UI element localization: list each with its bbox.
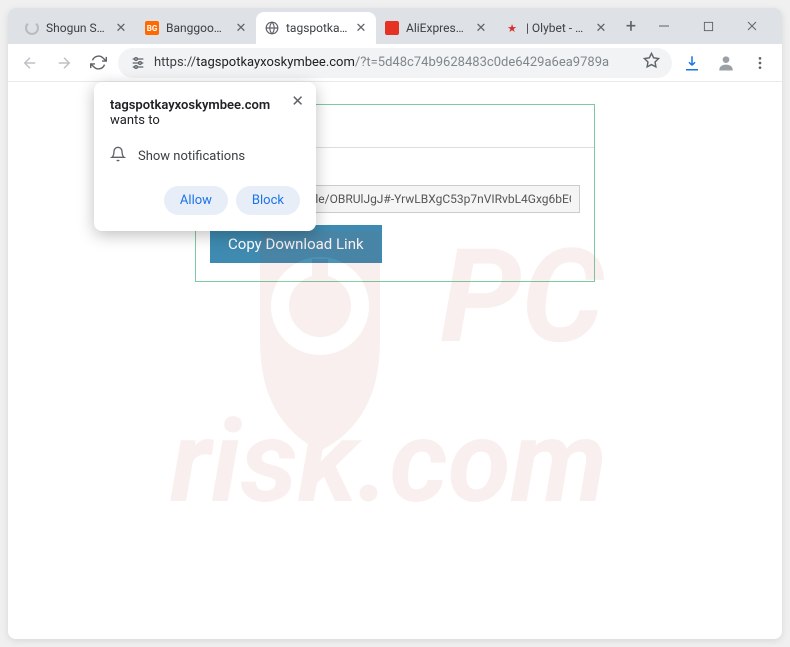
site-settings-icon[interactable]: [130, 55, 146, 71]
close-icon[interactable]: ✕: [291, 92, 304, 110]
close-icon[interactable]: ✕: [354, 21, 368, 35]
address-bar[interactable]: https://tagspotkayxoskymbee.com/?t=5d48c…: [118, 48, 672, 78]
tab-label: Banggood Русски: [166, 21, 228, 35]
tab-label: | Olybet - Lažybos: [526, 21, 588, 35]
reload-button[interactable]: [84, 49, 112, 77]
close-icon[interactable]: ✕: [474, 21, 488, 35]
close-icon[interactable]: ✕: [234, 21, 248, 35]
new-tab-button[interactable]: +: [620, 12, 642, 40]
close-window-button[interactable]: [730, 10, 774, 42]
tab-tagspotkay[interactable]: tagspotkayxoskym ✕: [256, 12, 376, 44]
spinner-icon: [24, 20, 40, 36]
tab-shogun[interactable]: Shogun S01E01.mj ✕: [16, 12, 136, 44]
minimize-button[interactable]: [642, 10, 686, 42]
maximize-button[interactable]: [686, 10, 730, 42]
url-text: https://tagspotkayxoskymbee.com/?t=5d48c…: [154, 55, 609, 70]
menu-icon[interactable]: [746, 49, 774, 77]
back-button[interactable]: [16, 49, 44, 77]
forward-button[interactable]: [50, 49, 78, 77]
toolbar: https://tagspotkayxoskymbee.com/?t=5d48c…: [8, 44, 782, 82]
tab-olybet[interactable]: ★ | Olybet - Lažybos ✕: [496, 12, 616, 44]
tab-bar: Shogun S01E01.mj ✕ BG Banggood Русски ✕ …: [8, 8, 782, 44]
tab-banggood[interactable]: BG Banggood Русски ✕: [136, 12, 256, 44]
permission-wants: wants to: [110, 113, 300, 128]
banggood-icon: BG: [144, 20, 160, 36]
allow-button[interactable]: Allow: [164, 186, 228, 215]
svg-text:risk.com: risk.com: [170, 395, 607, 530]
bookmark-icon[interactable]: [643, 52, 660, 73]
permission-item: Show notifications: [138, 149, 245, 164]
profile-icon[interactable]: [712, 49, 740, 77]
tab-label: Shogun S01E01.mj: [46, 21, 108, 35]
block-button[interactable]: Block: [236, 186, 300, 215]
tab-label: tagspotkayxoskym: [286, 21, 348, 35]
close-icon[interactable]: ✕: [114, 21, 128, 35]
star-icon: ★: [504, 20, 520, 36]
permission-domain: tagspotkayxoskymbee.com: [110, 98, 300, 113]
globe-icon: [264, 20, 280, 36]
tab-aliexpress[interactable]: AliExpress - Online ✕: [376, 12, 496, 44]
tab-label: AliExpress - Online: [406, 21, 468, 35]
aliexpress-icon: [384, 20, 400, 36]
downloads-icon[interactable]: [678, 49, 706, 77]
notification-permission-popup: ✕ tagspotkayxoskymbee.com wants to Show …: [94, 82, 316, 231]
page-content: y... browser Copy Download Link ✕ tagspo…: [8, 82, 782, 639]
bell-icon: [110, 146, 126, 166]
close-icon[interactable]: ✕: [594, 21, 608, 35]
